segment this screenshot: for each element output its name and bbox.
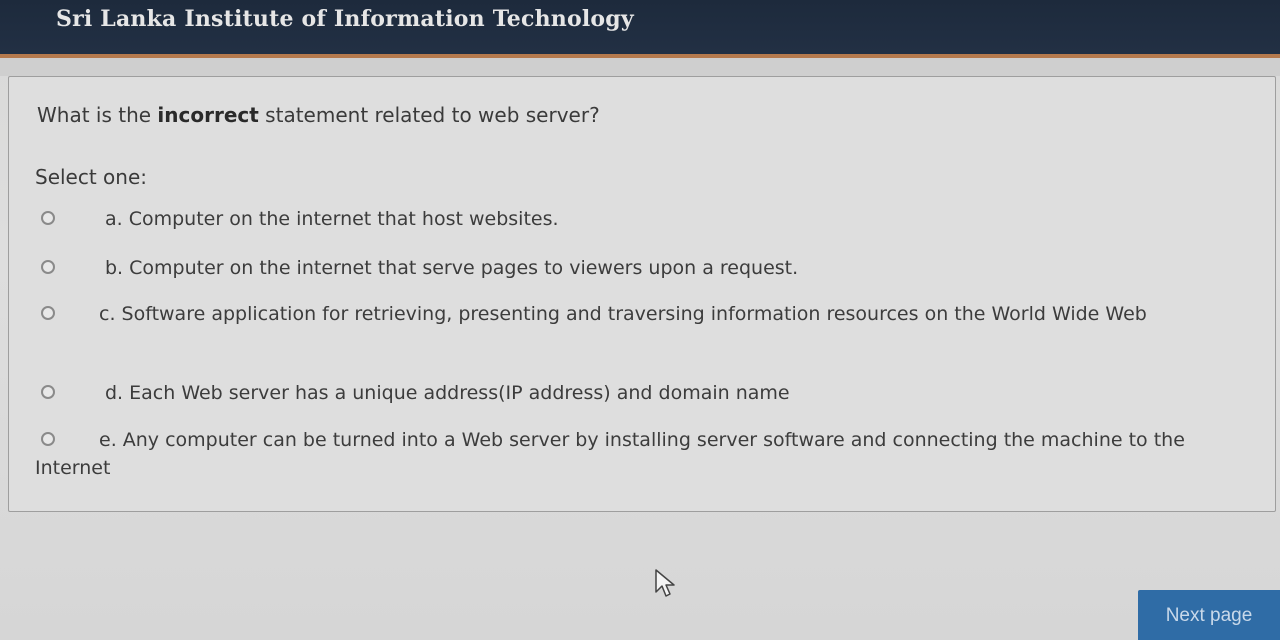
radio-circle-icon[interactable] — [41, 211, 55, 225]
answer-option-c[interactable]: c. Software application for retrieving, … — [41, 300, 1241, 328]
question-emphasis: incorrect — [157, 103, 259, 127]
answer-option-e[interactable]: e. Any computer can be turned into a Web… — [35, 426, 1241, 482]
option-label: c. Software application for retrieving, … — [99, 303, 1147, 325]
option-label: d. Each Web server has a unique address(… — [105, 382, 790, 404]
option-label: b. Computer on the internet that serve p… — [105, 257, 799, 279]
option-label: a. Computer on the internet that host we… — [105, 208, 559, 230]
answer-option-d[interactable]: d. Each Web server has a unique address(… — [41, 379, 1241, 407]
question-text: What is the incorrect statement related … — [37, 103, 600, 127]
answer-option-a[interactable]: a. Computer on the internet that host we… — [41, 205, 1241, 233]
header-subbar — [0, 58, 1280, 76]
answer-option-b[interactable]: b. Computer on the internet that serve p… — [41, 254, 1241, 282]
radio-circle-icon[interactable] — [41, 260, 55, 274]
next-page-button[interactable]: Next page — [1138, 590, 1280, 640]
radio-circle-icon[interactable] — [41, 385, 55, 399]
site-title: Sri Lanka Institute of Information Techn… — [56, 6, 634, 32]
question-prefix: What is the — [37, 103, 158, 127]
question-card: What is the incorrect statement related … — [8, 76, 1276, 512]
question-suffix: statement related to web server? — [258, 103, 600, 127]
option-label: e. Any computer can be turned into a Web… — [35, 429, 1185, 479]
quiz-page: Sri Lanka Institute of Information Techn… — [0, 0, 1280, 640]
site-header: Sri Lanka Institute of Information Techn… — [0, 0, 1280, 58]
mouse-pointer-icon — [655, 569, 675, 597]
select-one-label: Select one: — [35, 165, 148, 189]
